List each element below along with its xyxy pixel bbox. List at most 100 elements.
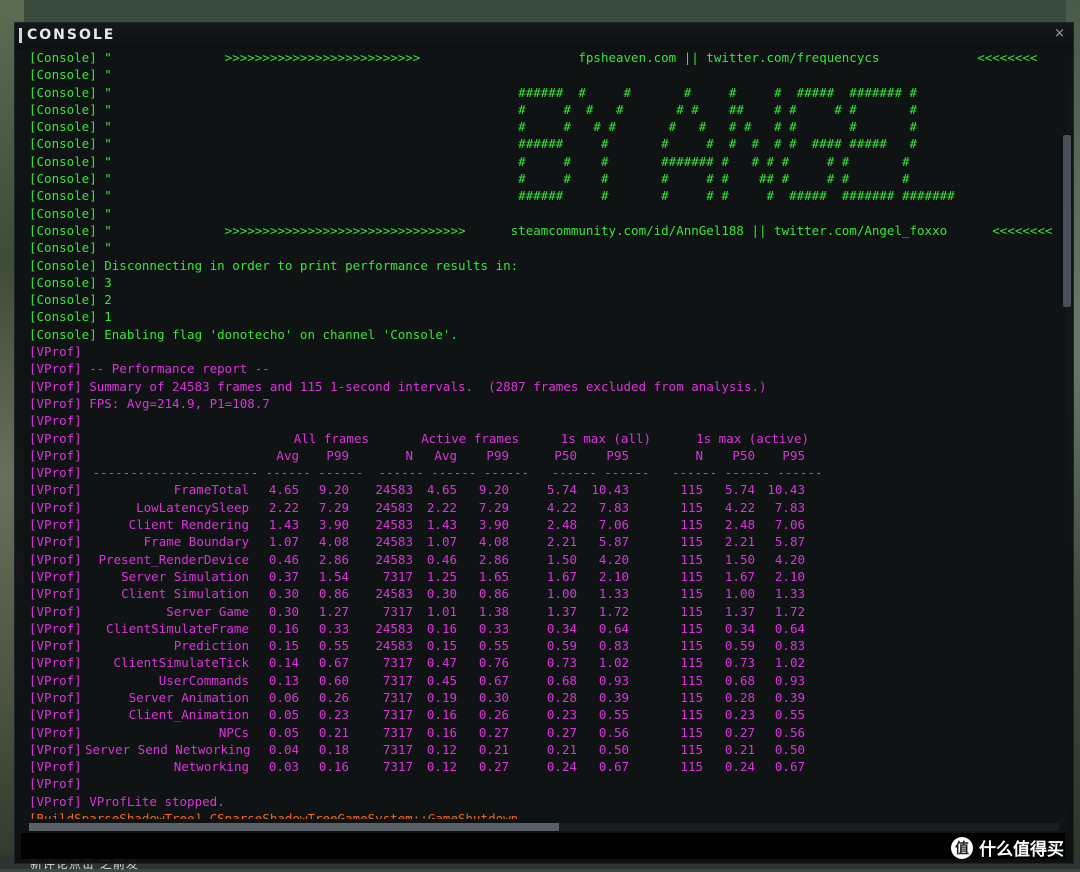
log-tag: [VProf]	[29, 655, 82, 671]
row-value: 0.05	[268, 707, 299, 723]
log-text: " ###### # # # # # ##### ####### #######	[96, 188, 955, 204]
row-value: 115	[680, 517, 703, 533]
row-value: 5.87	[598, 534, 629, 550]
row-value: 115	[680, 499, 703, 515]
row-value: 0.16	[426, 707, 457, 723]
console-input[interactable]	[21, 833, 1065, 859]
row-value: 0.12	[426, 759, 457, 775]
row-value: 4.65	[268, 482, 299, 498]
log-line: [Console] "	[29, 66, 1059, 83]
table-row: [VProf] ClientSimulateFrame 0.16 0.33 24583 0…	[29, 620, 1059, 637]
log-text: -- Performance report --	[81, 361, 270, 377]
log-tag: [VProf]	[29, 568, 82, 584]
log-tag: [Console]	[29, 171, 97, 187]
row-value: 0.16	[426, 724, 457, 740]
log-tag: [Console]	[29, 205, 97, 221]
table-group-header: [VProf] All frames Active frames 1s max (al…	[29, 430, 1059, 447]
console-titlebar[interactable]: CONSOLE ×	[15, 23, 1073, 49]
row-value: 115	[680, 638, 703, 654]
log-line: [Console] " ###### # # # # # # # #### ##…	[29, 135, 1059, 152]
row-name: Server Send Networking	[85, 741, 251, 757]
row-value: 0.27	[546, 724, 577, 740]
log-text: 3	[96, 274, 112, 290]
row-value: 0.60	[318, 672, 349, 688]
row-value: 0.46	[268, 551, 299, 567]
row-value: 0.15	[426, 638, 457, 654]
row-value: 1.37	[546, 603, 577, 619]
table-row: [VProf] LowLatencySleep 2.22 7.29 24583 2.22 7…	[29, 499, 1059, 516]
row-value: 0.56	[598, 724, 629, 740]
row-value: 2.48	[546, 517, 577, 533]
log-text: CSparseShadowTreeGameSystem::GameShutdow…	[202, 811, 519, 819]
row-name: ClientSimulateFrame	[106, 620, 249, 636]
group-max-active: 1s max (active)	[696, 430, 809, 446]
log-line: [VProf]	[29, 775, 1059, 792]
row-value: 1.50	[724, 551, 755, 567]
table-row: [VProf] Frame Boundary 1.07 4.08 24583 1.07 4.…	[29, 533, 1059, 550]
row-value: 7.06	[598, 517, 629, 533]
row-value: 7.06	[774, 517, 805, 533]
row-name: FrameTotal	[173, 482, 249, 498]
row-value: 0.27	[724, 724, 755, 740]
log-line: [VProf]	[29, 412, 1059, 429]
log-tag: [Console]	[29, 119, 97, 135]
horizontal-scrollbar-thumb[interactable]	[29, 823, 559, 831]
row-value: 115	[680, 620, 703, 636]
row-value: 115	[680, 689, 703, 705]
row-value: 4.22	[724, 499, 755, 515]
row-value: 0.55	[318, 638, 349, 654]
row-value: 1.72	[598, 603, 629, 619]
row-value: 115	[680, 759, 703, 775]
horizontal-scrollbar-track[interactable]	[29, 823, 1059, 831]
row-value: 0.68	[724, 672, 755, 688]
row-value: 0.19	[426, 689, 457, 705]
row-value: 7317	[382, 724, 413, 740]
log-text: Disconnecting in order to print performa…	[96, 257, 519, 273]
row-value: 0.46	[426, 551, 457, 567]
row-value: 0.30	[268, 603, 299, 619]
close-icon[interactable]: ×	[1054, 26, 1065, 41]
row-value: 0.47	[426, 655, 457, 671]
log-tag: [VProf]	[29, 793, 82, 809]
column-header: N	[695, 447, 703, 463]
log-tag: [VProf]	[29, 465, 82, 481]
row-value: 1.65	[478, 568, 509, 584]
vertical-scrollbar[interactable]	[1063, 135, 1071, 307]
row-value: 2.86	[318, 551, 349, 567]
table-row: [VProf] Server Send Networking 0.04 0.18 731…	[29, 741, 1059, 758]
log-text: "	[96, 67, 112, 83]
log-text: Summary of 24583 frames and 115 1-second…	[81, 378, 767, 394]
log-tag: [Console]	[29, 257, 97, 273]
separator-text: ---------------------- ------ ------ ---…	[85, 465, 823, 481]
log-text: VProfLite stopped.	[81, 793, 225, 809]
row-value: 2.10	[774, 568, 805, 584]
row-value: 7.83	[774, 499, 805, 515]
table-row: [VProf] Client Simulation 0.30 0.86 24583 0.3…	[29, 585, 1059, 602]
table-row: [VProf] Server Simulation 0.37 1.54 7317 1.25…	[29, 568, 1059, 585]
row-value: 0.86	[478, 586, 509, 602]
log-tag: [VProf]	[29, 344, 82, 360]
row-value: 0.21	[724, 741, 755, 757]
row-value: 4.20	[598, 551, 629, 567]
row-value: 0.28	[546, 689, 577, 705]
row-name: Frame Boundary	[143, 534, 249, 550]
row-value: 0.23	[546, 707, 577, 723]
row-value: 0.73	[546, 655, 577, 671]
row-value: 0.26	[318, 689, 349, 705]
log-tag: [Console]	[29, 292, 97, 308]
row-value: 0.55	[774, 707, 805, 723]
log-line: [BuildSparseShadowTree] CSparseShadowTre…	[29, 810, 1059, 819]
row-value: 1.43	[426, 517, 457, 533]
row-value: 115	[680, 586, 703, 602]
console-log[interactable]: [Console] " >>>>>>>>>>>>>>>>>>>>>>>>>> f…	[29, 49, 1059, 819]
row-value: 0.56	[774, 724, 805, 740]
row-value: 7317	[382, 603, 413, 619]
row-value: 0.39	[598, 689, 629, 705]
log-line: [Console] " # # # # # # ## # # # # #	[29, 101, 1059, 118]
row-value: 115	[680, 551, 703, 567]
log-line: [Console] Disconnecting in order to prin…	[29, 257, 1059, 274]
row-value: 1.00	[724, 586, 755, 602]
log-line: [Console] " >>>>>>>>>>>>>>>>>>>>>>>>>>>>…	[29, 222, 1059, 239]
